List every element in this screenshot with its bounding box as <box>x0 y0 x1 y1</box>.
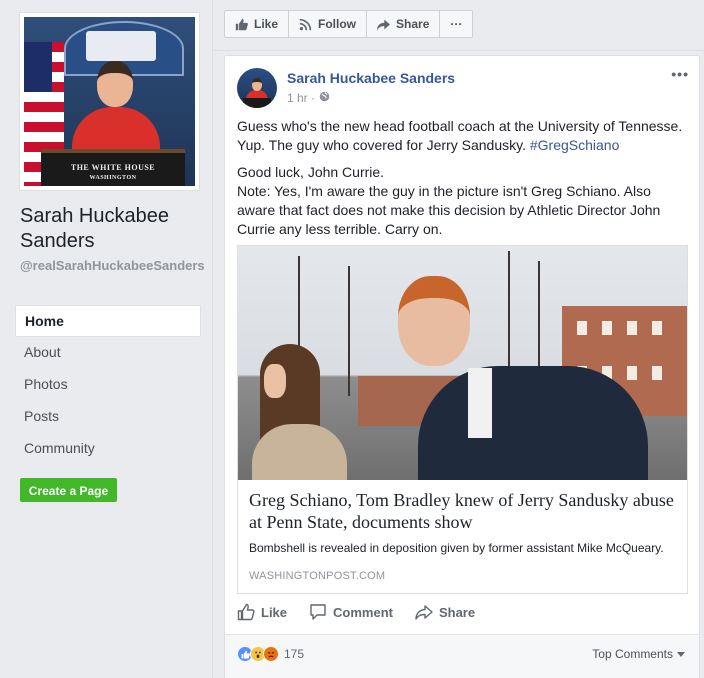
link-preview-card[interactable]: Greg Schiano, Tom Bradley knew of Jerry … <box>237 245 688 594</box>
nav-item-community[interactable]: Community <box>15 433 201 465</box>
tree <box>348 266 350 396</box>
nav-item-posts[interactable]: Posts <box>15 401 201 433</box>
post-share-button[interactable]: Share <box>415 603 475 621</box>
profile-photo-scene: THE WHITE HOUSE WASHINGTON <box>24 17 195 186</box>
page-action-bar: Like Follow Share ··· <box>224 10 474 38</box>
page-more-button[interactable]: ··· <box>440 11 472 37</box>
nav-item-photos[interactable]: Photos <box>15 369 201 401</box>
reactions-summary[interactable]: 175 <box>237 646 304 662</box>
thumbs-up-icon <box>237 603 255 621</box>
page-name[interactable]: Sarah Huckabee Sanders <box>20 204 200 254</box>
author-avatar[interactable] <box>237 68 277 108</box>
reaction-count[interactable]: 175 <box>284 647 304 661</box>
man-shirt <box>468 368 492 438</box>
page-share-button[interactable]: Share <box>367 11 441 37</box>
post-footer: 175 Top Comments <box>225 635 699 678</box>
nav-item-about[interactable]: About <box>15 337 201 369</box>
post-share-label: Share <box>438 604 476 620</box>
globe-icon <box>319 91 330 105</box>
column-divider <box>212 0 213 678</box>
post-like-label: Like <box>261 604 288 620</box>
woman-coat <box>252 424 347 480</box>
page-follow-button[interactable]: Follow <box>289 11 368 37</box>
comment-sort-label: Top Comments <box>592 647 673 661</box>
create-page-button[interactable]: Create a Page <box>20 478 117 502</box>
post-meta: 1 hr · <box>287 91 330 105</box>
post-text-2: Good luck, John Currie. <box>237 164 385 180</box>
post-actions: Like Comment Share <box>237 603 688 621</box>
avatar-head <box>252 78 262 91</box>
post-comment-button[interactable]: Comment <box>309 603 393 621</box>
caret-down-icon <box>677 647 685 661</box>
post-card: Sarah Huckabee Sanders 1 hr · ••• Guess … <box>224 55 700 678</box>
hashtag-link[interactable]: #GregSchiano <box>530 137 620 153</box>
rss-icon <box>299 18 312 31</box>
white-house-emblem <box>86 31 156 61</box>
person-head <box>97 61 133 107</box>
share-arrow-icon <box>415 603 433 621</box>
comment-icon <box>309 603 327 621</box>
header-separator <box>213 50 704 51</box>
post-options-icon[interactable]: ••• <box>671 66 689 82</box>
page-handle[interactable]: @realSarahHuckabeeSanders <box>20 258 205 274</box>
link-title[interactable]: Greg Schiano, Tom Bradley knew of Jerry … <box>249 489 679 533</box>
page-nav: Home About Photos Posts Community <box>15 305 201 465</box>
post-like-button[interactable]: Like <box>237 603 287 621</box>
post-comment-label: Comment <box>333 604 393 620</box>
post-paragraph-1: Guess who's the new head football coach … <box>237 117 692 155</box>
avatar-podium <box>243 98 271 108</box>
woman-face <box>264 364 286 398</box>
post-text-3: Note: Yes, I'm aware the guy in the pict… <box>237 183 661 237</box>
page-like-button[interactable]: Like <box>225 11 290 37</box>
post-time[interactable]: 1 hr · <box>287 91 315 105</box>
podium: THE WHITE HOUSE WASHINGTON <box>41 149 185 186</box>
post-text: Guess who's the new head football coach … <box>237 117 692 239</box>
post-author[interactable]: Sarah Huckabee Sanders <box>287 70 455 86</box>
page-follow-label: Follow <box>318 17 357 31</box>
thumbs-up-icon <box>235 18 248 31</box>
podium-text: THE WHITE HOUSE WASHINGTON <box>70 163 156 181</box>
link-description: Bombshell is revealed in deposition give… <box>249 541 664 555</box>
man-figure <box>418 366 648 480</box>
nav-item-home[interactable]: Home <box>15 305 201 337</box>
page-share-label: Share <box>396 17 430 31</box>
man-head <box>398 276 470 366</box>
link-domain: WASHINGTONPOST.COM <box>249 570 386 582</box>
angry-reaction-icon <box>263 646 279 662</box>
profile-picture[interactable]: THE WHITE HOUSE WASHINGTON <box>19 12 200 191</box>
share-arrow-icon <box>377 18 391 31</box>
page-like-label: Like <box>254 17 279 31</box>
left-column: THE WHITE HOUSE WASHINGTON Sarah Huckabee… <box>0 0 212 678</box>
comment-sort-dropdown[interactable]: Top Comments <box>592 647 685 661</box>
link-preview-image[interactable] <box>238 246 687 480</box>
